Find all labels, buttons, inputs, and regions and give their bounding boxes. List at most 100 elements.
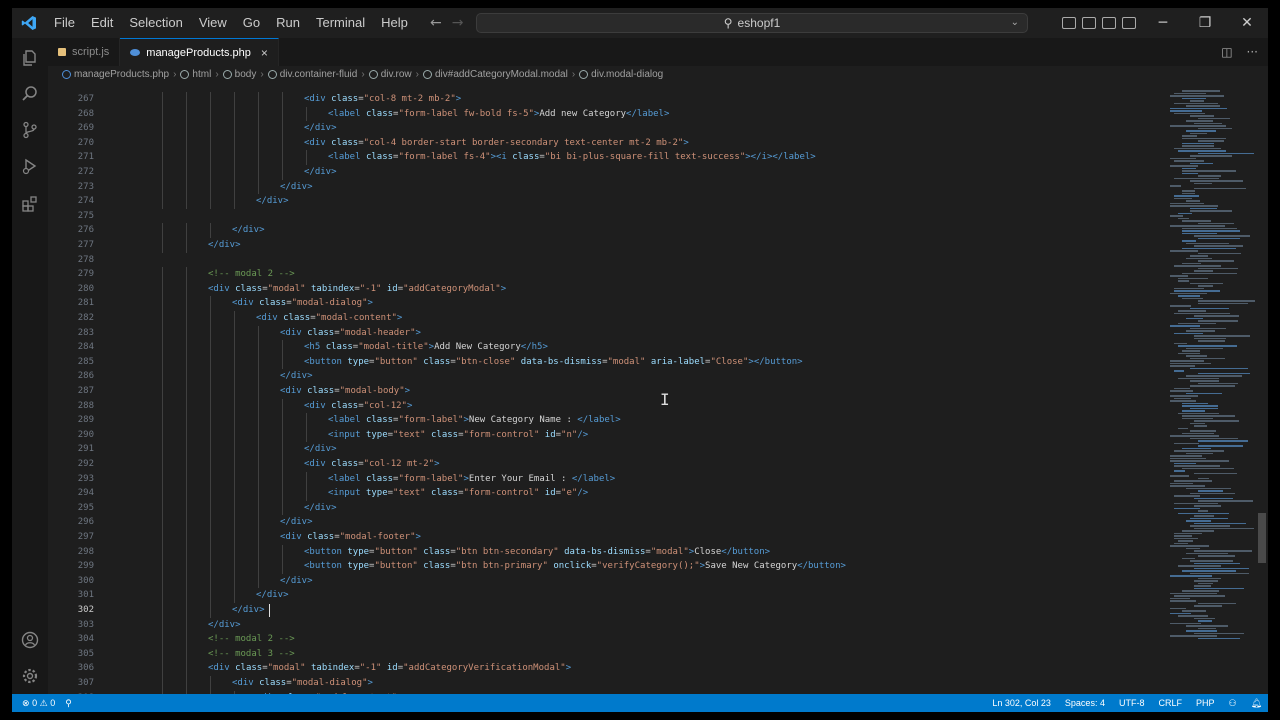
accounts-icon[interactable] [20, 630, 40, 650]
code-line[interactable]: <button type="button" class="btn btn-sec… [304, 545, 770, 560]
menu-terminal[interactable]: Terminal [308, 8, 373, 38]
encoding[interactable]: UTF-8 [1119, 698, 1145, 708]
menu-run[interactable]: Run [268, 8, 308, 38]
code-line[interactable]: <div class="modal" tabindex="-1" id="add… [208, 661, 571, 676]
code-line[interactable]: <button type="button" class="btn btn-pri… [304, 559, 846, 574]
code-line[interactable]: </div> [208, 238, 241, 253]
minimize-icon[interactable]: ─ [1142, 8, 1184, 38]
menu-edit[interactable]: Edit [83, 8, 121, 38]
minimap-line [1190, 210, 1232, 212]
code-line[interactable]: </div> [280, 515, 313, 530]
code-line[interactable]: <label class="form-label">New Category N… [328, 413, 621, 428]
close-icon[interactable]: ✕ [1226, 8, 1268, 38]
code-line[interactable]: </div> [280, 574, 313, 589]
toggle-panel-icon[interactable] [1082, 17, 1096, 29]
code-line[interactable]: <div class="modal-footer"> [280, 530, 421, 545]
extensions-icon[interactable] [20, 194, 40, 214]
run-debug-icon[interactable] [20, 156, 40, 176]
breadcrumb-item-container[interactable]: div.container-fluid [267, 69, 357, 80]
minimap-line [1198, 602, 1236, 604]
menu-help[interactable]: Help [373, 8, 416, 38]
line-ending[interactable]: CRLF [1158, 698, 1182, 708]
code-line[interactable]: <div class="col-4 border-start border-se… [304, 136, 689, 151]
code-line[interactable]: <h5 class="modal-title">Add New Category… [304, 340, 548, 355]
back-arrow-icon[interactable]: ← [430, 15, 442, 31]
breadcrumb-item-modal-dialog[interactable]: div.modal-dialog [579, 69, 663, 80]
command-center-search[interactable]: ⚲ eshopf1 ⌄ [476, 13, 1028, 33]
code-line[interactable]: </div> [232, 603, 265, 618]
code-line[interactable]: <div class="col-8 mt-2 mb-2"> [304, 92, 461, 107]
breadcrumb-item-body[interactable]: body [222, 69, 256, 80]
code-line[interactable]: </div> [256, 588, 289, 603]
indentation[interactable]: Spaces: 4 [1065, 698, 1105, 708]
code-line[interactable]: <div class="modal-dialog"> [232, 296, 373, 311]
code-line[interactable]: <div class="modal-content"> [256, 311, 402, 326]
toggle-secondary-sidebar-icon[interactable] [1102, 17, 1116, 29]
code-line[interactable]: </div> [208, 618, 241, 633]
problems-indicator[interactable]: ⊗ 0 ⚠ 0 [22, 698, 55, 709]
minimap-line [1194, 562, 1240, 564]
more-actions-icon[interactable]: ··· [1247, 45, 1258, 59]
code-line[interactable]: <div class="modal-body"> [280, 384, 410, 399]
line-number: 279 [77, 269, 94, 280]
manage-gear-icon[interactable] [20, 666, 40, 686]
menu-selection[interactable]: Selection [121, 8, 190, 38]
customize-layout-icon[interactable] [1122, 17, 1136, 29]
minimap-line [1182, 570, 1236, 572]
code-line[interactable]: <label class="form-label fs-4"><i class=… [328, 150, 816, 165]
explorer-icon[interactable] [20, 48, 40, 68]
code-line[interactable]: </div> [304, 442, 337, 457]
forward-arrow-icon[interactable]: → [452, 15, 464, 31]
vertical-scrollbar-thumb[interactable] [1258, 513, 1266, 563]
source-control-icon[interactable] [20, 120, 40, 140]
tab-close-icon[interactable]: × [261, 46, 268, 60]
code-line[interactable]: </div> [304, 165, 337, 180]
code-editor[interactable]: 267 268 269 270 271 272 273 274 275 276 277 278 279 2… [48, 84, 1148, 694]
indent-guide [258, 121, 259, 136]
code-line[interactable]: <label class="form-label fw-bold fs-5">A… [328, 107, 669, 122]
code-line[interactable]: <div class="col-12"> [304, 399, 412, 414]
breadcrumb-item-file[interactable]: manageProducts.php [62, 69, 169, 80]
code-line[interactable]: </div> [304, 501, 337, 516]
menu-view[interactable]: View [191, 8, 235, 38]
menu-go[interactable]: Go [235, 8, 268, 38]
toggle-sidebar-icon[interactable] [1062, 17, 1076, 29]
copilot-icon[interactable]: ⚇ [1228, 698, 1236, 709]
code-line[interactable]: </div> [304, 121, 337, 136]
language-mode[interactable]: PHP [1196, 698, 1215, 708]
split-editor-icon[interactable]: ◫ [1221, 45, 1232, 59]
breadcrumb-item-modal[interactable]: div#addCategoryModal.modal [422, 69, 568, 80]
minimap-line [1198, 117, 1231, 119]
indent-guide [282, 442, 283, 457]
code-line[interactable]: </div> [280, 180, 313, 195]
breadcrumb-item-html[interactable]: html [180, 69, 211, 80]
code-line[interactable]: <input type="text" class="form-control" … [328, 428, 588, 443]
code-area[interactable]: <div class="col-8 mt-2 mb-2"> <label clas… [136, 84, 1146, 694]
code-line[interactable]: <label class="form-label">Enter Your Ema… [328, 472, 615, 487]
cursor-position[interactable]: Ln 302, Col 23 [992, 698, 1051, 708]
code-line[interactable]: <input type="text" class="form-control" … [328, 486, 588, 501]
code-line[interactable]: <div class="modal-dialog"> [232, 676, 373, 691]
warning-icon: ⚠ [39, 697, 48, 708]
code-line[interactable]: </div> [256, 194, 289, 209]
code-line[interactable]: <div class="modal" tabindex="-1" id="add… [208, 282, 506, 297]
menu-file[interactable]: File [46, 8, 83, 38]
code-line[interactable]: <button type="button" class="btn-close" … [304, 355, 803, 370]
tab-script-js[interactable]: script.js [48, 38, 121, 66]
code-line[interactable]: <!-- modal 2 --> [208, 267, 295, 282]
restore-icon[interactable]: ❐ [1184, 8, 1226, 38]
code-line[interactable]: </div> [232, 223, 265, 238]
chevron-down-icon[interactable]: ⌄ [1011, 17, 1019, 28]
code-line[interactable]: </div> [280, 369, 313, 384]
notifications-bell-icon[interactable]: 🔔︎ [1251, 698, 1262, 709]
minimap[interactable] [1162, 84, 1256, 694]
code-line[interactable]: <!-- modal 2 --> [208, 632, 295, 647]
code-line[interactable]: <!-- modal 3 --> [208, 647, 295, 662]
remote-icon[interactable]: ⚲ [65, 698, 72, 709]
code-line[interactable]: <div class="modal-header"> [280, 326, 421, 341]
search-icon[interactable] [20, 84, 40, 104]
tab-manageproducts-php[interactable]: manageProducts.php × [120, 38, 279, 66]
minimap-line [1198, 637, 1240, 639]
code-line[interactable]: <div class="col-12 mt-2"> [304, 457, 440, 472]
breadcrumb-item-row[interactable]: div.row [368, 69, 412, 80]
